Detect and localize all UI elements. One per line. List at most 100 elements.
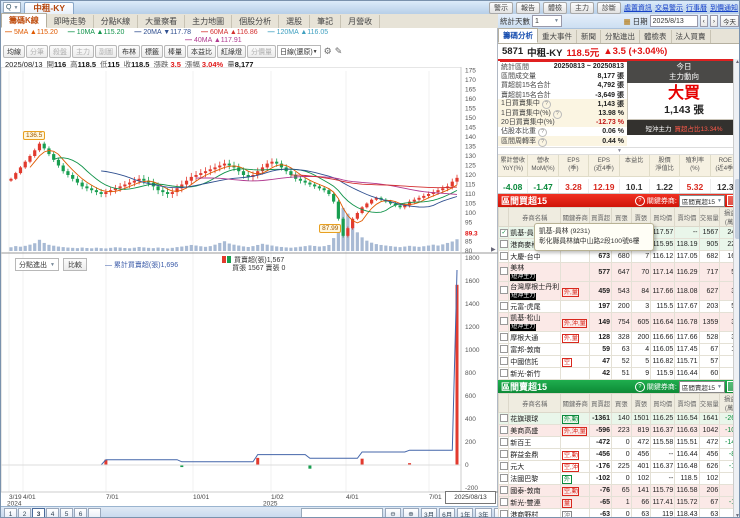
chart-toggle-副圖[interactable]: 副圖: [95, 45, 117, 58]
lower-pane-indicator-select[interactable]: 分點進出 ▼: [15, 258, 59, 272]
page-button-2[interactable]: 2: [18, 508, 31, 517]
chart-toggle-紅綠燈[interactable]: 紅綠燈: [217, 45, 246, 58]
chart-toggle-分筆[interactable]: 分筆: [26, 45, 48, 58]
panel-tab-體檢表[interactable]: 體檢表: [640, 30, 672, 43]
broker-row[interactable]: 新光-雙連量-65166117.41115.7267-18: [498, 496, 739, 509]
gear-icon[interactable]: ⚙: [324, 46, 332, 57]
period-button-3月[interactable]: 3月: [421, 508, 438, 517]
today-button[interactable]: 今天: [720, 15, 739, 27]
price-volume-chart[interactable]: 175 170 165 160 155 150 145 140 135 130 125 120 115 1…: [1, 66, 498, 508]
panel-tab-新聞[interactable]: 新聞: [577, 30, 601, 43]
row-checkbox[interactable]: [500, 368, 508, 377]
stat-days-select[interactable]: 1 ▼: [532, 15, 562, 27]
page-button-3[interactable]: 3: [32, 508, 45, 517]
titlebar-link-交易警示[interactable]: 交易警示: [655, 3, 683, 13]
scroll-up-icon[interactable]: ▲: [734, 59, 739, 65]
broker-row[interactable]: 大慶-台中6736807116.12117.05682165: [498, 250, 739, 263]
panel-tab-法人買賣[interactable]: 法人買賣: [672, 30, 711, 43]
broker-row[interactable]: 元富-虎尾1972003115.5117.6720359: [498, 300, 739, 313]
help-icon[interactable]: ?: [634, 381, 645, 392]
row-checkbox[interactable]: [500, 239, 508, 248]
broker-row[interactable]: 中國信託空47525116.82115.7157-2: [498, 355, 739, 368]
compare-button[interactable]: 比較: [62, 258, 87, 272]
panel-tab-分點進出[interactable]: 分點進出: [601, 30, 640, 43]
main-tab-筆記[interactable]: 筆記: [310, 15, 342, 28]
row-checkbox[interactable]: [500, 413, 508, 422]
page-button-1[interactable]: 1: [4, 508, 17, 517]
page-button-extra[interactable]: [88, 508, 101, 517]
help-icon[interactable]: ?: [538, 137, 547, 147]
main-tab-大量察看[interactable]: 大量察看: [138, 15, 186, 28]
stock-tab[interactable]: 中租-KY: [24, 1, 75, 14]
broker-row[interactable]: 凱基-松山短沖主力外,沖,量149754605116.64116.7813593…: [498, 312, 739, 332]
broker-row[interactable]: 國泰-敦南空,動-7665141115.79116.58206-5: [498, 484, 739, 497]
chart-range-input[interactable]: [301, 508, 383, 517]
period-button-1年[interactable]: 1年: [457, 508, 474, 517]
scrollbar-thumb[interactable]: [734, 179, 739, 239]
page-button-6[interactable]: 6: [74, 508, 87, 517]
row-checkbox[interactable]: [500, 286, 508, 294]
titlebar-link-處置資訊[interactable]: 處置資訊: [624, 3, 652, 13]
main-tab-選股[interactable]: 選股: [279, 15, 311, 28]
panel-tab-籌碼分析[interactable]: 籌碼分析: [498, 28, 538, 43]
period-button-6月[interactable]: 6月: [439, 508, 456, 517]
chart-toggle-主力[interactable]: 主力: [72, 45, 94, 58]
panel-tab-重大事件[interactable]: 重大事件: [538, 30, 577, 43]
pencil-icon[interactable]: ✎: [335, 46, 343, 57]
main-tab-個股分析[interactable]: 個股分析: [232, 15, 280, 28]
zoom-out-button[interactable]: ⊖: [385, 508, 401, 517]
panel-splitter-handle[interactable]: ▶: [491, 246, 496, 253]
row-checkbox[interactable]: [500, 344, 508, 353]
row-checkbox[interactable]: [500, 332, 508, 341]
broker-row[interactable]: 新百王 -472 0 472 115.58 115.51 472 -142: [498, 436, 739, 449]
help-icon[interactable]: ?: [634, 195, 645, 206]
titlebar-link-到價通知[interactable]: 到價通知: [710, 3, 738, 13]
row-checkbox[interactable]: [500, 356, 508, 365]
broker-row[interactable]: 富邦-敦南59634116.05117.456717: [498, 343, 739, 356]
titlebar-button-警示[interactable]: 警示: [489, 2, 513, 14]
broker-row[interactable]: 元大空,沖-176225401116.37116.48626-12: [498, 460, 739, 473]
titlebar-button-報告[interactable]: 報告: [516, 2, 540, 14]
row-checkbox[interactable]: [500, 267, 508, 275]
row-checkbox[interactable]: [500, 461, 508, 470]
main-tab-主力地圖[interactable]: 主力地圖: [185, 15, 233, 28]
broker-row[interactable]: 港商野村沖-63063119118.4363-3: [498, 508, 739, 517]
broker-row[interactable]: 法國巴黎外-1020102--118.51020: [498, 472, 739, 485]
broker-row[interactable]: 花旗環球 外,動 -1361 140 1501 116.25 116.54 1641 -263: [498, 412, 739, 425]
main-tab-即時走勢[interactable]: 即時走勢: [47, 15, 94, 28]
main-tab-分點K線[interactable]: 分點K線: [94, 15, 139, 28]
main-tab-籌碼K線[interactable]: 籌碼K線: [1, 13, 47, 28]
period-select[interactable]: 日線(還原) ▼: [277, 45, 321, 58]
panel-scrollbar[interactable]: ▲ ▼: [733, 59, 739, 517]
chart-toggle-布林[interactable]: 布林: [118, 45, 140, 58]
broker-row[interactable]: 美林短沖主力57764770117.14116.2971756: [498, 262, 739, 282]
broker-row[interactable]: 台灣摩根士丹利短沖主力外,量45954384117.66118.0862738: [498, 281, 739, 301]
page-button-5[interactable]: 5: [60, 508, 73, 517]
sell-filter-select[interactable]: 區間賣超15 ▼: [678, 380, 725, 393]
buy-filter-select[interactable]: 區間買超15 ▼: [678, 194, 725, 207]
chart-toggle-殺盤[interactable]: 殺盤: [49, 45, 71, 58]
row-checkbox[interactable]: [500, 485, 508, 494]
chart-toggle-分價量[interactable]: 分價量: [247, 45, 276, 58]
titlebar-button-主力[interactable]: 主力: [570, 2, 594, 14]
chart-toggle-棒量[interactable]: 棒量: [164, 45, 186, 58]
date-input[interactable]: 2025/8/13: [649, 15, 698, 27]
date-next-button[interactable]: ›: [709, 15, 718, 27]
titlebar-link-行事曆[interactable]: 行事曆: [686, 3, 707, 13]
broker-row[interactable]: 群益金鼎空,動-4560456--116.44456-88: [498, 448, 739, 461]
row-checkbox[interactable]: [500, 301, 508, 310]
titlebar-button-體檢[interactable]: 體檢: [543, 2, 567, 14]
broker-row[interactable]: 摩根大通外,量128328200116.66117.6652836: [498, 331, 739, 344]
zoom-in-button[interactable]: ⊕: [403, 508, 419, 517]
row-checkbox[interactable]: [500, 437, 508, 446]
broker-row[interactable]: 美商高盛 外,沖,量 -596 223 819 116.37 116.63 1042 -106: [498, 424, 739, 437]
broker-row[interactable]: 新光-新竹42519115.9116.44605: [498, 367, 739, 380]
chart-toggle-標籤[interactable]: 標籤: [141, 45, 163, 58]
main-tab-月營收[interactable]: 月營收: [341, 15, 381, 28]
titlebar-button-診斷[interactable]: 診斷: [597, 2, 621, 14]
chart-toggle-本益比[interactable]: 本益比: [187, 45, 216, 58]
row-checkbox[interactable]: [500, 473, 508, 482]
scroll-down-icon[interactable]: ▼: [734, 513, 739, 517]
symbol-search-box[interactable]: Q ▼: [3, 2, 22, 13]
date-prev-button[interactable]: ‹: [699, 15, 708, 27]
